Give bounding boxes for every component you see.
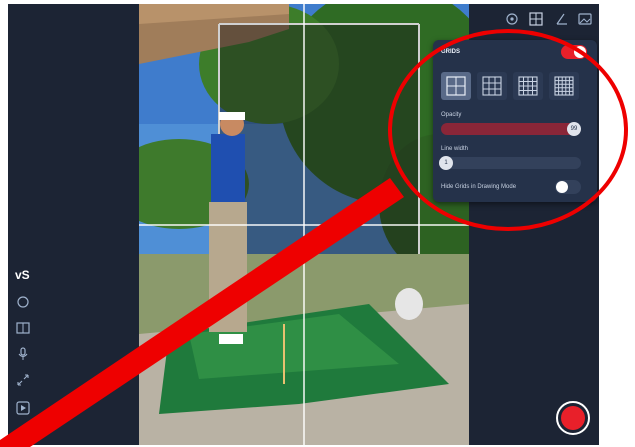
annotation-arrow [0, 178, 404, 447]
annotation-overlay [0, 29, 628, 447]
annotation-circle [388, 29, 628, 231]
